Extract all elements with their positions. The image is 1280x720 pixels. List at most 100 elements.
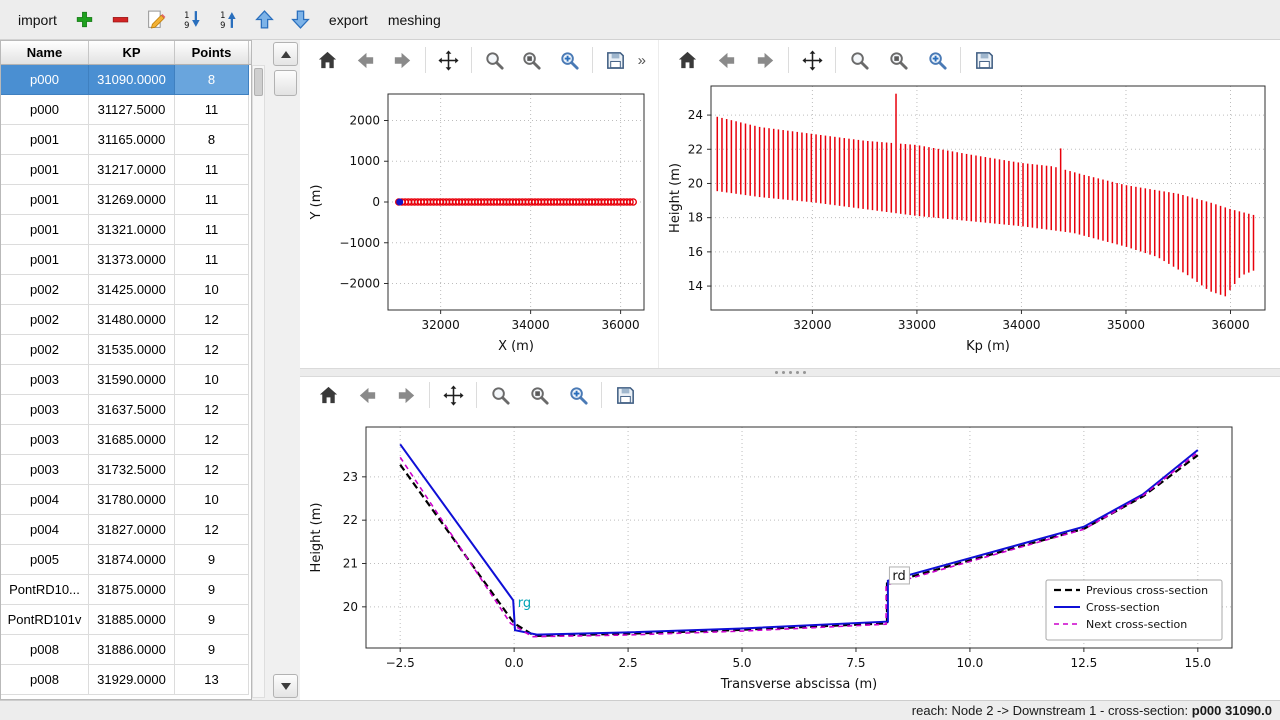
cross-section-plot-canvas[interactable]: rgrd−2.50.02.55.07.510.012.515.020212223… — [300, 413, 1280, 700]
customize-button[interactable] — [921, 45, 953, 75]
horizontal-splitter[interactable] — [300, 368, 1280, 377]
save-button[interactable] — [609, 380, 641, 410]
toolbar-separator — [788, 47, 789, 73]
trace-plot-canvas[interactable]: 320003400036000−2000−1000010002000X (m)Y… — [300, 80, 658, 368]
sort-descending-button[interactable]: 19 — [179, 6, 207, 34]
table-cell: p005 — [1, 545, 89, 575]
table-cell: 31217.0000 — [89, 155, 175, 185]
pan-button[interactable] — [437, 380, 469, 410]
configure-subplots-button[interactable] — [523, 380, 555, 410]
scroll-up-button[interactable] — [273, 42, 298, 66]
table-row[interactable]: p00231480.000012 — [1, 305, 251, 335]
status-bar: reach: Node 2 -> Downstream 1 - cross-se… — [0, 700, 1280, 720]
column-header-points[interactable]: Points — [175, 41, 249, 64]
table-row[interactable]: p00031090.00008 — [1, 65, 251, 95]
table-cell: 31090.0000 — [89, 65, 175, 95]
forward-icon — [754, 49, 777, 72]
table-cell: 31874.0000 — [89, 545, 175, 575]
import-button[interactable]: import — [12, 8, 63, 32]
panel-scrollbar-thumb[interactable] — [274, 70, 297, 96]
table-row[interactable]: p00331732.500012 — [1, 455, 251, 485]
svg-text:36000: 36000 — [602, 318, 640, 332]
table-cell: 9 — [175, 635, 249, 665]
table-row[interactable]: p00031127.500011 — [1, 95, 251, 125]
table-row[interactable]: p00431827.000012 — [1, 515, 251, 545]
svg-text:32000: 32000 — [422, 318, 460, 332]
configure-subplots-button[interactable] — [882, 45, 914, 75]
add-cross-section-button[interactable] — [71, 6, 99, 34]
table-row[interactable]: p00231535.000012 — [1, 335, 251, 365]
table-row[interactable]: p00831886.00009 — [1, 635, 251, 665]
toolbar-overflow-button[interactable]: » — [638, 52, 646, 69]
table-row[interactable]: p00131269.000011 — [1, 185, 251, 215]
table-cell: p001 — [1, 185, 89, 215]
edit-cross-section-button[interactable] — [143, 6, 171, 34]
save-button[interactable] — [968, 45, 1000, 75]
zoom-button[interactable] — [843, 45, 875, 75]
zoom-icon — [489, 384, 512, 407]
table-cell: p004 — [1, 515, 89, 545]
table-row[interactable]: PontRD101v31885.00009 — [1, 605, 251, 635]
table-cell: p001 — [1, 125, 89, 155]
table-cell: p001 — [1, 245, 89, 275]
forward-icon — [391, 49, 414, 72]
table-row[interactable]: p00331637.500012 — [1, 395, 251, 425]
column-header-name[interactable]: Name — [1, 41, 89, 64]
back-button[interactable] — [351, 380, 383, 410]
customize-button[interactable] — [554, 45, 585, 75]
zoom-button[interactable] — [484, 380, 516, 410]
cross-sections-table[interactable]: Name KP Points p00031090.00008p00031127.… — [0, 40, 252, 700]
table-row[interactable]: p00431780.000010 — [1, 485, 251, 515]
svg-text:0.0: 0.0 — [505, 656, 524, 670]
table-row[interactable]: PontRD10...31875.00009 — [1, 575, 251, 605]
configure-subplots-button[interactable] — [517, 45, 548, 75]
move-up-button[interactable] — [251, 6, 279, 34]
table-row[interactable]: p00131217.000011 — [1, 155, 251, 185]
table-cell: 13 — [175, 665, 249, 695]
table-scrollbar-thumb[interactable] — [254, 68, 263, 96]
pan-button[interactable] — [796, 45, 828, 75]
home-icon — [317, 384, 340, 407]
svg-text:rg: rg — [518, 596, 531, 611]
table-cell: p003 — [1, 395, 89, 425]
table-row[interactable]: p00531874.00009 — [1, 545, 251, 575]
configure-subplots-icon — [528, 384, 551, 407]
back-button[interactable] — [710, 45, 742, 75]
zoom-icon — [848, 49, 871, 72]
table-row[interactable]: p00131165.00008 — [1, 125, 251, 155]
sort-ascending-button[interactable]: 19 — [215, 6, 243, 34]
table-row[interactable]: p00131321.000011 — [1, 215, 251, 245]
home-button[interactable] — [312, 45, 343, 75]
home-button[interactable] — [312, 380, 344, 410]
move-down-button[interactable] — [287, 6, 315, 34]
forward-button[interactable] — [387, 45, 418, 75]
table-scrollbar[interactable] — [252, 65, 265, 698]
pan-button[interactable] — [433, 45, 464, 75]
svg-text:2.5: 2.5 — [619, 656, 638, 670]
table-row[interactable]: p00131373.000011 — [1, 245, 251, 275]
forward-button[interactable] — [749, 45, 781, 75]
table-row[interactable]: p00331685.000012 — [1, 425, 251, 455]
column-header-kp[interactable]: KP — [89, 41, 175, 64]
table-cell: p008 — [1, 635, 89, 665]
remove-cross-section-button[interactable] — [107, 6, 135, 34]
svg-text:−2.5: −2.5 — [386, 656, 415, 670]
table-row[interactable]: p00331590.000010 — [1, 365, 251, 395]
customize-button[interactable] — [562, 380, 594, 410]
meshing-button[interactable]: meshing — [382, 8, 447, 32]
table-cell: 8 — [175, 125, 249, 155]
back-button[interactable] — [350, 45, 381, 75]
export-button[interactable]: export — [323, 8, 374, 32]
profile-plot-panel: 3200033000340003500036000141618202224Kp … — [658, 40, 1280, 368]
panel-scrollbar[interactable] — [273, 40, 298, 700]
table-row[interactable]: p00831929.000013 — [1, 665, 251, 695]
customize-icon — [926, 49, 949, 72]
scroll-down-button[interactable] — [273, 674, 298, 698]
table-row[interactable]: p00231425.000010 — [1, 275, 251, 305]
svg-text:21: 21 — [343, 557, 358, 571]
save-button[interactable] — [600, 45, 631, 75]
profile-plot-canvas[interactable]: 3200033000340003500036000141618202224Kp … — [659, 80, 1280, 368]
forward-button[interactable] — [390, 380, 422, 410]
zoom-button[interactable] — [479, 45, 510, 75]
home-button[interactable] — [671, 45, 703, 75]
